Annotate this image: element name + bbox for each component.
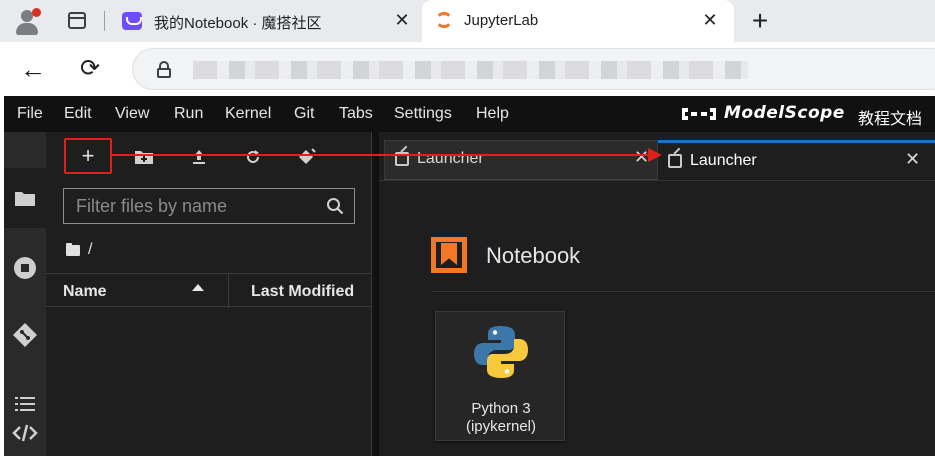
back-arrow-icon[interactable]: ← — [20, 54, 46, 85]
running-stop-icon[interactable] — [4, 251, 46, 285]
browser-tab-jupyterlab[interactable]: JupyterLab ✕ — [422, 0, 734, 42]
menu-run[interactable]: Run — [174, 105, 203, 123]
left-sidebar — [4, 132, 46, 456]
modelscope-wordmark: ModelScope — [724, 103, 845, 123]
modelscope-icon — [122, 12, 142, 30]
menu-settings[interactable]: Settings — [394, 105, 452, 123]
browser-tab-notebook[interactable]: 我的Notebook · 魔搭社区 ✕ — [112, 0, 420, 42]
jupyter-icon — [434, 10, 454, 30]
menu-edit[interactable]: Edit — [64, 105, 92, 123]
menu-bar: File Edit View Run Kernel Git Tabs Setti… — [4, 96, 935, 132]
section-title-notebook: Notebook — [486, 243, 581, 268]
tab-label: Launcher — [417, 150, 484, 167]
tab-label: Launcher — [690, 152, 757, 169]
search-icon[interactable] — [326, 197, 344, 215]
launcher-panel: Notebook Python 3 (ipykernel) — [379, 180, 935, 456]
tab-actions-box — [68, 12, 86, 29]
new-folder-icon[interactable] — [129, 144, 159, 170]
breadcrumb-root[interactable]: / — [88, 241, 92, 259]
close-icon[interactable]: ✕ — [634, 147, 649, 168]
modelscope-logo: ModelScope — [680, 102, 844, 126]
new-launcher-button[interactable]: + — [64, 138, 112, 174]
browser-tab-title: JupyterLab — [464, 12, 539, 29]
browser-toolbar: ← ⟳ — [0, 42, 935, 96]
kernel-name-line2: (ipykernel) — [465, 418, 537, 435]
notebook-section-icon — [431, 237, 467, 273]
close-icon[interactable]: ✕ — [905, 149, 920, 170]
address-bar[interactable] — [132, 48, 935, 90]
python-icon — [474, 326, 528, 378]
tab-actions-icon[interactable] — [64, 9, 90, 33]
folder-icon[interactable] — [4, 181, 46, 215]
column-name[interactable]: Name — [63, 283, 107, 301]
tab-launcher-2[interactable]: Launcher ✕ — [658, 140, 935, 180]
column-last-modified[interactable]: Last Modified — [251, 283, 354, 301]
close-tab-icon[interactable]: ✕ — [700, 10, 720, 31]
upload-icon[interactable] — [184, 144, 214, 170]
avatar-body — [16, 23, 38, 35]
blurred-url — [193, 61, 748, 79]
sort-ascending-icon[interactable] — [192, 284, 204, 291]
browser-tab-title: 我的Notebook · 魔搭社区 — [154, 15, 322, 32]
launcher-icon — [668, 154, 682, 168]
reload-icon[interactable]: ⟳ — [80, 54, 100, 83]
home-folder-icon[interactable] — [66, 242, 80, 256]
annotation-arrow-line — [112, 154, 650, 156]
notification-dot — [32, 8, 41, 17]
tab-launcher-1[interactable]: Launcher ✕ — [384, 140, 658, 180]
tab-separator — [104, 11, 105, 31]
modelscope-mark-icon — [682, 108, 716, 120]
lock-icon[interactable] — [157, 61, 171, 78]
profile-avatar-icon[interactable] — [12, 6, 42, 36]
file-browser-panel: + / Name Last Modified — [46, 132, 372, 456]
docs-link[interactable]: 教程文档 — [858, 105, 922, 129]
section-divider — [431, 291, 935, 292]
main-dock-area: Launcher ✕ Launcher ✕ Notebook Python 3 … — [379, 132, 935, 456]
git-icon[interactable] — [4, 318, 46, 352]
browser-tabstrip: 我的Notebook · 魔搭社区 ✕ JupyterLab ✕ + — [0, 0, 935, 42]
file-list-header: Name Last Modified — [46, 273, 372, 308]
menu-file[interactable]: File — [17, 105, 43, 123]
breadcrumb: / — [66, 240, 92, 260]
menu-view[interactable]: View — [115, 105, 149, 123]
menu-git[interactable]: Git — [294, 105, 314, 123]
new-tab-button[interactable]: + — [748, 5, 772, 37]
close-tab-icon[interactable]: ✕ — [392, 10, 412, 31]
menu-kernel[interactable]: Kernel — [225, 105, 271, 123]
kernel-name-line1: Python 3 — [471, 400, 531, 417]
git-clone-icon[interactable] — [292, 144, 322, 170]
menu-tabs[interactable]: Tabs — [339, 105, 373, 123]
kernel-name: Python 3 (ipykernel) — [436, 400, 566, 436]
table-of-contents-icon[interactable] — [4, 387, 46, 421]
python3-kernel-card[interactable]: Python 3 (ipykernel) — [435, 311, 565, 441]
jupyterlab-app: File Edit View Run Kernel Git Tabs Setti… — [4, 96, 935, 456]
annotation-arrow-head — [648, 148, 662, 162]
refresh-icon[interactable] — [238, 144, 268, 170]
file-filter-input[interactable] — [64, 189, 314, 223]
file-filter-box — [63, 188, 355, 224]
column-divider[interactable] — [228, 274, 229, 308]
menu-help[interactable]: Help — [476, 105, 509, 123]
